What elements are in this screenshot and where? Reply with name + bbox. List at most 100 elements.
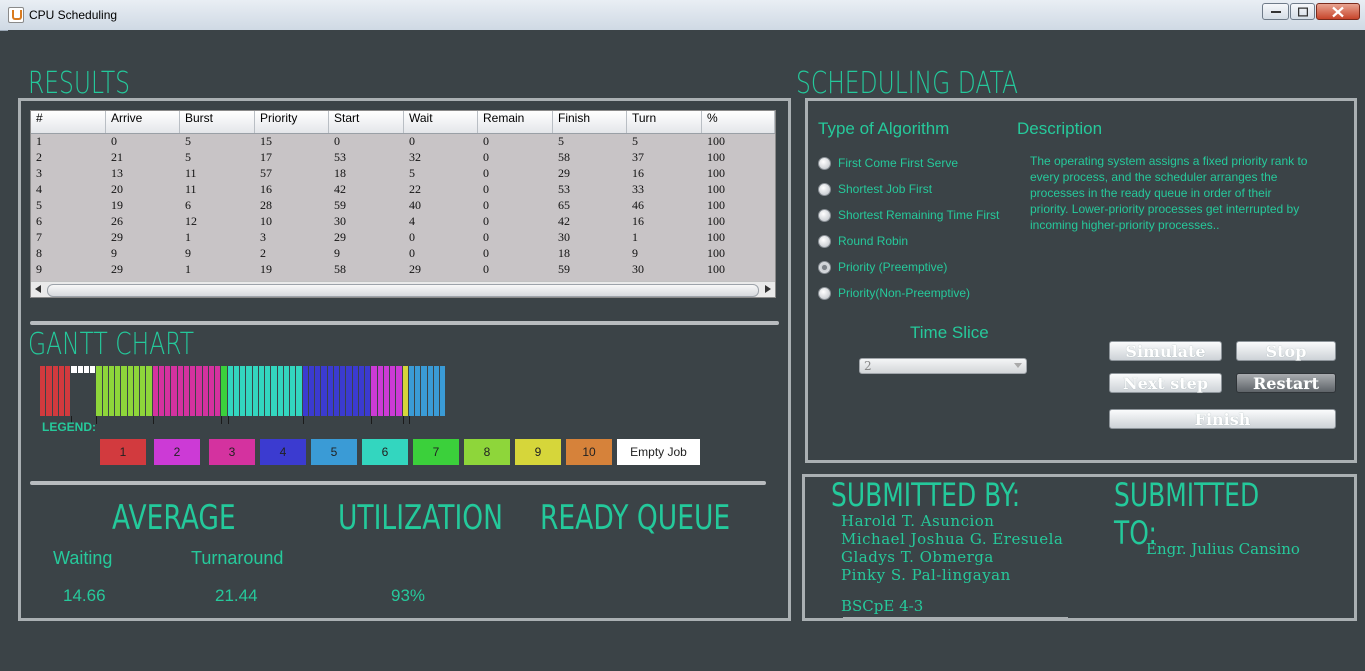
table-row[interactable]: 5 19 6 28 59 40 0 65 46 100	[31, 198, 775, 214]
table-cell: 21	[111, 150, 123, 164]
time-slice-select[interactable]: 2	[859, 358, 1027, 374]
legend-item: Empty Job	[617, 439, 700, 465]
table-cell: 1	[36, 134, 42, 148]
simulate-button[interactable]: Simulate	[1109, 341, 1222, 361]
table-row[interactable]: 2 21 5 17 53 32 0 58 37 100	[31, 150, 775, 166]
radio-label[interactable]: First Come First Serve	[838, 156, 958, 170]
horizontal-scrollbar[interactable]	[31, 281, 775, 297]
radio-button[interactable]	[818, 209, 831, 222]
table-cell: 58	[558, 150, 570, 164]
time-slice-label: Time Slice	[910, 323, 989, 342]
column-header[interactable]: Burst	[180, 111, 255, 133]
table-cell: 100	[707, 150, 725, 164]
gantt-unit	[152, 366, 158, 416]
radio-button[interactable]	[818, 287, 831, 300]
column-header[interactable]: Remain	[478, 111, 553, 133]
maximize-icon	[1297, 7, 1308, 16]
turnaround-value: 21.44	[215, 586, 258, 605]
gantt-unit	[396, 366, 402, 416]
column-header[interactable]: Finish	[553, 111, 627, 133]
table-cell: 0	[483, 214, 489, 228]
table-cell: 5	[409, 166, 415, 180]
next-step-button[interactable]: Next step	[1109, 373, 1222, 393]
table-cell: 17	[260, 150, 272, 164]
column-header[interactable]: Start	[329, 111, 404, 133]
table-cell: 18	[558, 246, 570, 260]
gantt-unit	[40, 366, 46, 416]
window-titlebar: CPU Scheduling	[0, 0, 1365, 31]
results-table[interactable]: # Arrive Burst Priority Start Wait Remain Finis…	[30, 110, 776, 298]
table-cell: 16	[632, 214, 644, 228]
gantt-unit	[296, 366, 302, 416]
finish-button[interactable]: Finish	[1109, 409, 1336, 429]
column-header[interactable]: Arrive	[106, 111, 180, 133]
radio-label[interactable]: Priority(Non-Preemptive)	[838, 286, 970, 300]
table-row[interactable]: 1 0 5 15 0 0 0 5 5 100	[31, 134, 775, 150]
table-cell: 30	[558, 230, 570, 244]
column-header[interactable]: %	[702, 111, 775, 133]
radio-label[interactable]: Shortest Remaining Time First	[838, 208, 999, 222]
column-header[interactable]: #	[31, 111, 106, 133]
gantt-unit	[233, 366, 239, 416]
scroll-left-icon[interactable]	[35, 285, 41, 293]
minimize-icon	[1270, 10, 1281, 13]
table-row[interactable]: 4 20 11 16 42 22 0 53 33 100	[31, 182, 775, 198]
gantt-tick	[227, 416, 229, 424]
column-header[interactable]: Wait	[404, 111, 478, 133]
table-cell: 11	[185, 182, 197, 196]
legend-item: 9	[515, 439, 561, 465]
maximize-button[interactable]	[1290, 3, 1315, 20]
radio-button[interactable]	[818, 261, 831, 274]
table-row[interactable]: 8 9 9 2 9 0 0 18 9 100	[31, 246, 775, 262]
table-row[interactable]: 6 26 12 10 30 4 0 42 16 100	[31, 214, 775, 230]
radio-label[interactable]: Round Robin	[838, 234, 908, 248]
gantt-unit	[302, 366, 308, 416]
table-cell: 29	[334, 230, 346, 244]
gantt-unit	[402, 366, 408, 416]
gantt-unit	[115, 366, 121, 416]
table-cell: 0	[483, 166, 489, 180]
table-cell: 0	[409, 230, 415, 244]
scroll-right-icon[interactable]	[765, 285, 771, 293]
gantt-unit	[346, 366, 352, 416]
gantt-heading: GANTT CHART	[28, 327, 195, 362]
close-button[interactable]	[1316, 3, 1360, 20]
table-row[interactable]: 3 13 11 57 18 5 0 29 16 100	[31, 166, 775, 182]
scroll-thumb[interactable]	[47, 284, 759, 297]
gantt-unit	[383, 366, 389, 416]
gantt-unit	[52, 366, 58, 416]
gantt-unit	[227, 366, 233, 416]
gantt-unit	[208, 366, 214, 416]
gantt-unit	[408, 366, 414, 416]
stop-button[interactable]: Stop	[1236, 341, 1336, 361]
table-cell: 100	[707, 262, 725, 276]
waiting-label: Waiting	[53, 548, 113, 568]
legend-item: 5	[311, 439, 357, 465]
gantt-unit	[277, 366, 283, 416]
table-cell: 53	[334, 150, 346, 164]
restart-button[interactable]: Restart	[1236, 373, 1336, 393]
table-row[interactable]: 9 29 1 19 58 29 0 59 30 100	[31, 262, 775, 278]
student-name: Michael Joshua G. Eresuela	[841, 530, 1064, 548]
column-header[interactable]: Turn	[627, 111, 702, 133]
table-cell: 2	[36, 150, 42, 164]
table-cell: 9	[185, 246, 191, 260]
gantt-unit	[371, 366, 377, 416]
table-cell: 20	[111, 182, 123, 196]
table-cell: 0	[483, 182, 489, 196]
radio-button[interactable]	[818, 235, 831, 248]
gantt-unit	[265, 366, 271, 416]
radio-label[interactable]: Shortest Job First	[838, 182, 932, 196]
gantt-unit	[127, 366, 133, 416]
table-cell: 0	[483, 262, 489, 276]
gantt-unit	[246, 366, 252, 416]
radio-button[interactable]	[818, 183, 831, 196]
table-cell: 15	[260, 134, 272, 148]
table-row[interactable]: 7 29 1 3 29 0 0 30 1 100	[31, 230, 775, 246]
turnaround-label: Turnaround	[191, 548, 284, 568]
column-header[interactable]: Priority	[255, 111, 329, 133]
radio-label[interactable]: Priority (Preemptive)	[838, 260, 947, 274]
radio-button[interactable]	[818, 157, 831, 170]
algorithm-type-label: Type of Algorithm	[818, 119, 950, 138]
minimize-button[interactable]	[1262, 3, 1289, 20]
